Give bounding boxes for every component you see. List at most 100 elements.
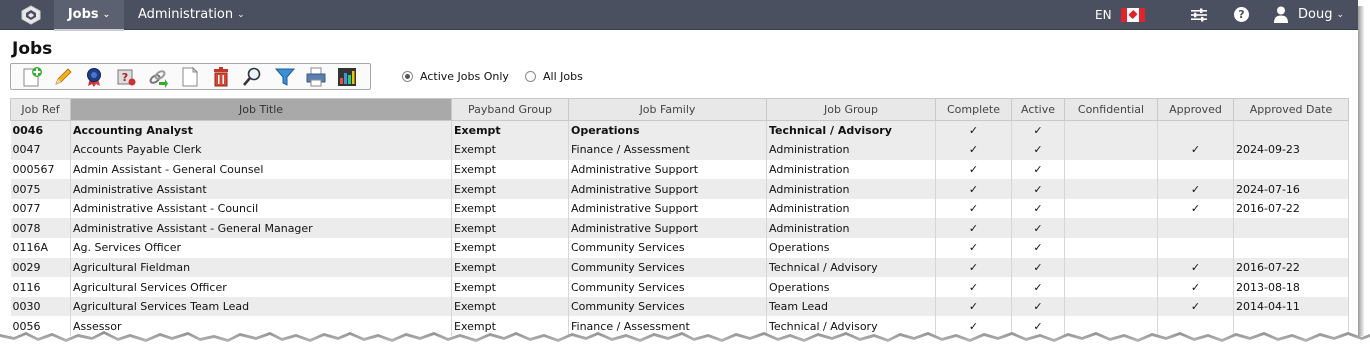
top-nav: Jobs ⌄ Administration ⌄ EN ? Doug ⌄: [0, 0, 1358, 31]
cell-active: ✓: [1011, 238, 1065, 258]
column-header-active[interactable]: Active: [1011, 98, 1065, 121]
cell-approved: [1157, 159, 1234, 180]
print-icon[interactable]: [305, 66, 327, 88]
cell-job-title: Administrative Assistant: [70, 179, 452, 199]
cell-active: ✓: [1011, 140, 1065, 160]
cell-confidential: [1064, 179, 1158, 199]
cell-job-ref: 0077: [10, 198, 71, 219]
cell-job-family: Administrative Support: [568, 159, 767, 180]
page-edge-shadow: [1358, 6, 1364, 336]
cell-job-group: Administration: [766, 198, 936, 219]
canada-flag-icon[interactable]: [1121, 8, 1145, 22]
active-jobs-only-radio[interactable]: Active Jobs Only: [402, 68, 509, 84]
cell-job-ref: 0029: [10, 257, 71, 278]
chevron-down-icon: ⌄: [102, 10, 111, 20]
column-header-approved[interactable]: Approved: [1157, 98, 1234, 121]
cell-payband-group: Exempt: [451, 179, 569, 199]
cell-complete: ✓: [935, 238, 1012, 258]
help-icon[interactable]: ?: [1234, 7, 1249, 22]
cell-approved-date: 2024-09-23: [1233, 140, 1349, 160]
cell-job-group: Administration: [766, 218, 936, 239]
column-header-job-title[interactable]: Job Title: [70, 98, 452, 121]
delete-icon[interactable]: [210, 66, 232, 88]
cell-job-ref: 0116: [10, 277, 71, 297]
cell-job-title: Ag. Services Officer: [70, 238, 452, 258]
column-header-confidential[interactable]: Confidential: [1064, 98, 1158, 121]
cell-job-group: Technical / Advisory: [766, 120, 936, 141]
cell-approved: ✓: [1157, 277, 1234, 297]
settings-sliders-icon[interactable]: [1191, 8, 1207, 22]
cell-payband-group: Exempt: [451, 218, 569, 239]
cell-job-family: Administrative Support: [568, 218, 767, 239]
cell-confidential: [1064, 277, 1158, 297]
user-name-label: Doug: [1298, 7, 1333, 22]
toolbar: ?: [10, 63, 371, 90]
document-icon[interactable]: [179, 66, 201, 88]
cell-job-ref: 0047: [10, 140, 71, 160]
table-row[interactable]: 0116A Ag. Services Officer Exempt Community…: [10, 238, 1349, 258]
table-row[interactable]: 0075 Administrative Assistant Exempt Admini…: [10, 179, 1349, 199]
cell-approved: [1157, 218, 1234, 239]
cell-approved-date: [1233, 218, 1349, 239]
cell-job-ref: 000567: [10, 159, 71, 180]
cell-complete: ✓: [935, 159, 1012, 180]
cell-complete: ✓: [935, 277, 1012, 297]
language-selector[interactable]: EN: [1095, 0, 1112, 30]
all-jobs-radio[interactable]: All Jobs: [525, 68, 583, 84]
table-row[interactable]: 0030 Agricultural Services Team Lead Exemp…: [10, 296, 1349, 317]
cell-approved: [1157, 120, 1234, 141]
radio-unselected-icon: [525, 70, 536, 82]
column-header-job-group[interactable]: Job Group: [766, 98, 936, 121]
cell-approved: ✓: [1157, 179, 1234, 199]
cell-confidential: [1064, 238, 1158, 258]
nav-tab-jobs-label: Jobs: [67, 7, 99, 22]
cell-approved-date: [1233, 120, 1349, 141]
nav-tab-administration[interactable]: Administration ⌄: [138, 0, 245, 30]
table-row[interactable]: 0046 Accounting Analyst Exempt Operations Te…: [10, 120, 1349, 141]
cell-confidential: [1064, 257, 1158, 278]
cell-active: ✓: [1011, 218, 1065, 239]
edit-icon[interactable]: [52, 66, 74, 88]
cell-active: ✓: [1011, 257, 1065, 278]
cell-payband-group: Exempt: [451, 140, 569, 160]
search-icon[interactable]: [242, 66, 264, 88]
cell-payband-group: Exempt: [451, 159, 569, 180]
table-row[interactable]: 0047 Accounts Payable Clerk Exempt Finance …: [10, 140, 1349, 160]
cell-job-title: Accounting Analyst: [70, 120, 452, 141]
cell-payband-group: Exempt: [451, 277, 569, 297]
table-row[interactable]: 0078 Administrative Assistant - General M…: [10, 218, 1349, 239]
cell-job-family: Community Services: [568, 277, 767, 297]
cell-job-family: Community Services: [568, 238, 767, 258]
column-header-payband-group[interactable]: Payband Group: [451, 98, 569, 121]
column-header-complete[interactable]: Complete: [935, 98, 1012, 121]
link-icon[interactable]: [147, 66, 169, 88]
report-icon[interactable]: [336, 66, 358, 88]
cell-payband-group: Exempt: [451, 257, 569, 278]
table-row[interactable]: 0116 Agricultural Services Officer Exempt C…: [10, 277, 1349, 297]
add-job-icon[interactable]: [21, 66, 43, 88]
cell-active: ✓: [1011, 179, 1065, 199]
table-row[interactable]: 0029 Agricultural Fieldman Exempt Community…: [10, 257, 1349, 278]
cell-approved-date: 2016-07-22: [1233, 198, 1349, 219]
nav-tab-jobs[interactable]: Jobs ⌄: [54, 0, 124, 31]
column-header-job-ref[interactable]: Job Ref: [10, 98, 71, 121]
nav-tab-administration-label: Administration: [138, 7, 234, 22]
table-row[interactable]: 000567 Admin Assistant - General Counsel E…: [10, 159, 1349, 180]
cell-job-title: Administrative Assistant - Council: [70, 198, 452, 219]
cell-payband-group: Exempt: [451, 238, 569, 258]
active-jobs-only-label: Active Jobs Only: [420, 69, 509, 83]
cell-approved-date: 2016-07-22: [1233, 257, 1349, 278]
user-icon[interactable]: [1274, 6, 1288, 23]
app-logo-icon[interactable]: [20, 5, 42, 25]
torn-edge-decoration: [0, 331, 1370, 359]
table-row[interactable]: 0077 Administrative Assistant - Council Ex…: [10, 198, 1349, 219]
award-icon[interactable]: [83, 66, 105, 88]
cell-job-group: Team Lead: [766, 296, 936, 317]
cell-job-title: Administrative Assistant - General Manag…: [70, 218, 452, 239]
user-menu[interactable]: Doug ⌄: [1298, 0, 1344, 31]
cell-job-ref: 0078: [10, 218, 71, 239]
filter-icon[interactable]: [274, 66, 296, 88]
column-header-job-family[interactable]: Job Family: [568, 98, 767, 121]
column-header-approved-date[interactable]: Approved Date: [1233, 98, 1349, 121]
help-question-icon[interactable]: ?: [115, 66, 137, 88]
